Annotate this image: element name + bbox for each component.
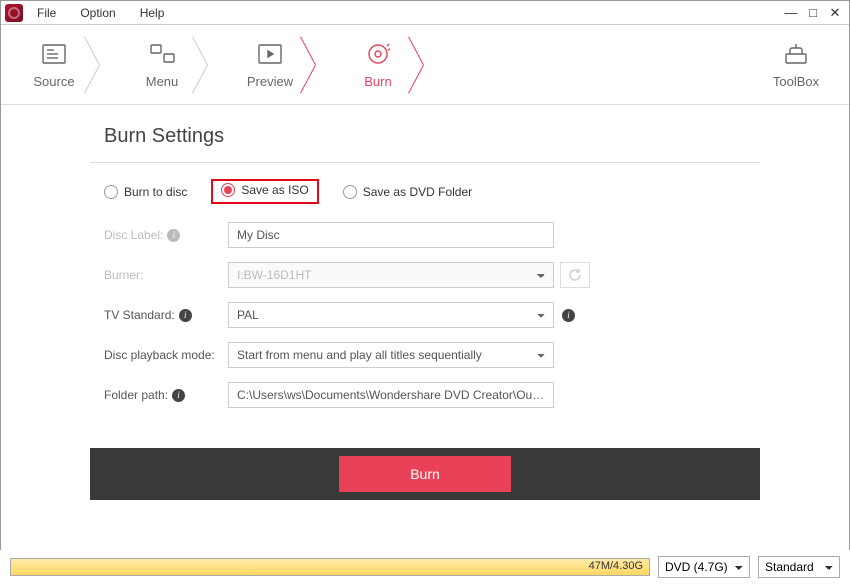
settings-title: Burn Settings (90, 125, 760, 148)
disc-label-input[interactable] (228, 222, 554, 248)
capacity-progress: 47M/4.30G (10, 558, 650, 576)
burn-settings-card: Burn Settings Burn to disc Save as ISO S… (90, 125, 760, 500)
toolbox-icon (782, 40, 810, 68)
info-icon[interactable]: i (172, 389, 185, 402)
maximize-button[interactable]: □ (803, 4, 823, 22)
app-icon (5, 4, 23, 22)
step-label: Preview (247, 74, 293, 89)
step-label: Menu (146, 74, 179, 89)
step-toolbox[interactable]: ToolBox (751, 25, 841, 105)
menu-help[interactable]: Help (130, 4, 175, 22)
output-mode-radios: Burn to disc Save as ISO Save as DVD Fol… (104, 179, 760, 204)
menu-file[interactable]: File (27, 4, 66, 22)
minimize-button[interactable]: — (781, 4, 801, 22)
menu-option[interactable]: Option (70, 4, 125, 22)
step-source[interactable]: Source (9, 25, 99, 105)
refresh-burner-button[interactable] (560, 262, 590, 288)
radio-save-as-iso[interactable]: Save as ISO (221, 183, 308, 197)
radio-label: Burn to disc (124, 185, 187, 199)
label-playback-mode: Disc playback mode: (104, 348, 228, 362)
burner-select (228, 262, 554, 288)
burn-button[interactable]: Burn (339, 456, 511, 492)
step-divider (207, 25, 225, 105)
radio-label: Save as ISO (241, 183, 308, 197)
step-preview[interactable]: Preview (225, 25, 315, 105)
window-controls: — □ ✕ (781, 4, 845, 22)
tv-standard-select[interactable] (228, 302, 554, 328)
playback-mode-select[interactable] (228, 342, 554, 368)
radio-save-as-dvd-folder[interactable]: Save as DVD Folder (343, 185, 472, 199)
step-divider (315, 25, 333, 105)
folder-path-input[interactable] (228, 382, 554, 408)
disc-type-select[interactable]: DVD (4.7G) (658, 556, 750, 578)
step-label: Source (33, 74, 74, 89)
info-icon[interactable]: i (167, 229, 180, 242)
save-as-iso-highlight: Save as ISO (211, 179, 318, 204)
step-label: Burn (364, 74, 391, 89)
label-burner: Burner: (104, 268, 228, 282)
source-icon (40, 40, 68, 68)
close-button[interactable]: ✕ (825, 4, 845, 22)
quality-select[interactable]: Standard (758, 556, 840, 578)
menubar: File Option Help — □ ✕ (1, 1, 849, 25)
step-label: ToolBox (773, 74, 819, 89)
label-disc-label: Disc Label:i (104, 228, 228, 242)
radio-label: Save as DVD Folder (363, 185, 472, 199)
step-menu[interactable]: Menu (117, 25, 207, 105)
radio-burn-to-disc[interactable]: Burn to disc (104, 185, 187, 199)
status-bar: 47M/4.30G DVD (4.7G) Standard (0, 550, 850, 584)
step-burn[interactable]: Burn (333, 25, 423, 105)
preview-icon (256, 40, 284, 68)
step-divider (99, 25, 117, 105)
info-icon[interactable]: i (562, 309, 575, 322)
burn-bar: Burn (90, 448, 760, 500)
menu-icon (148, 40, 176, 68)
burn-icon (364, 40, 392, 68)
step-tabs: Source Menu Preview Burn ToolBox (1, 25, 849, 105)
step-divider (423, 25, 441, 105)
capacity-text: 47M/4.30G (589, 560, 643, 572)
divider (90, 162, 760, 163)
info-icon[interactable]: i (179, 309, 192, 322)
main-pane: Burn Settings Burn to disc Save as ISO S… (1, 105, 849, 500)
label-folder-path: Folder path:i (104, 388, 228, 402)
label-tv-standard: TV Standard:i (104, 308, 228, 322)
